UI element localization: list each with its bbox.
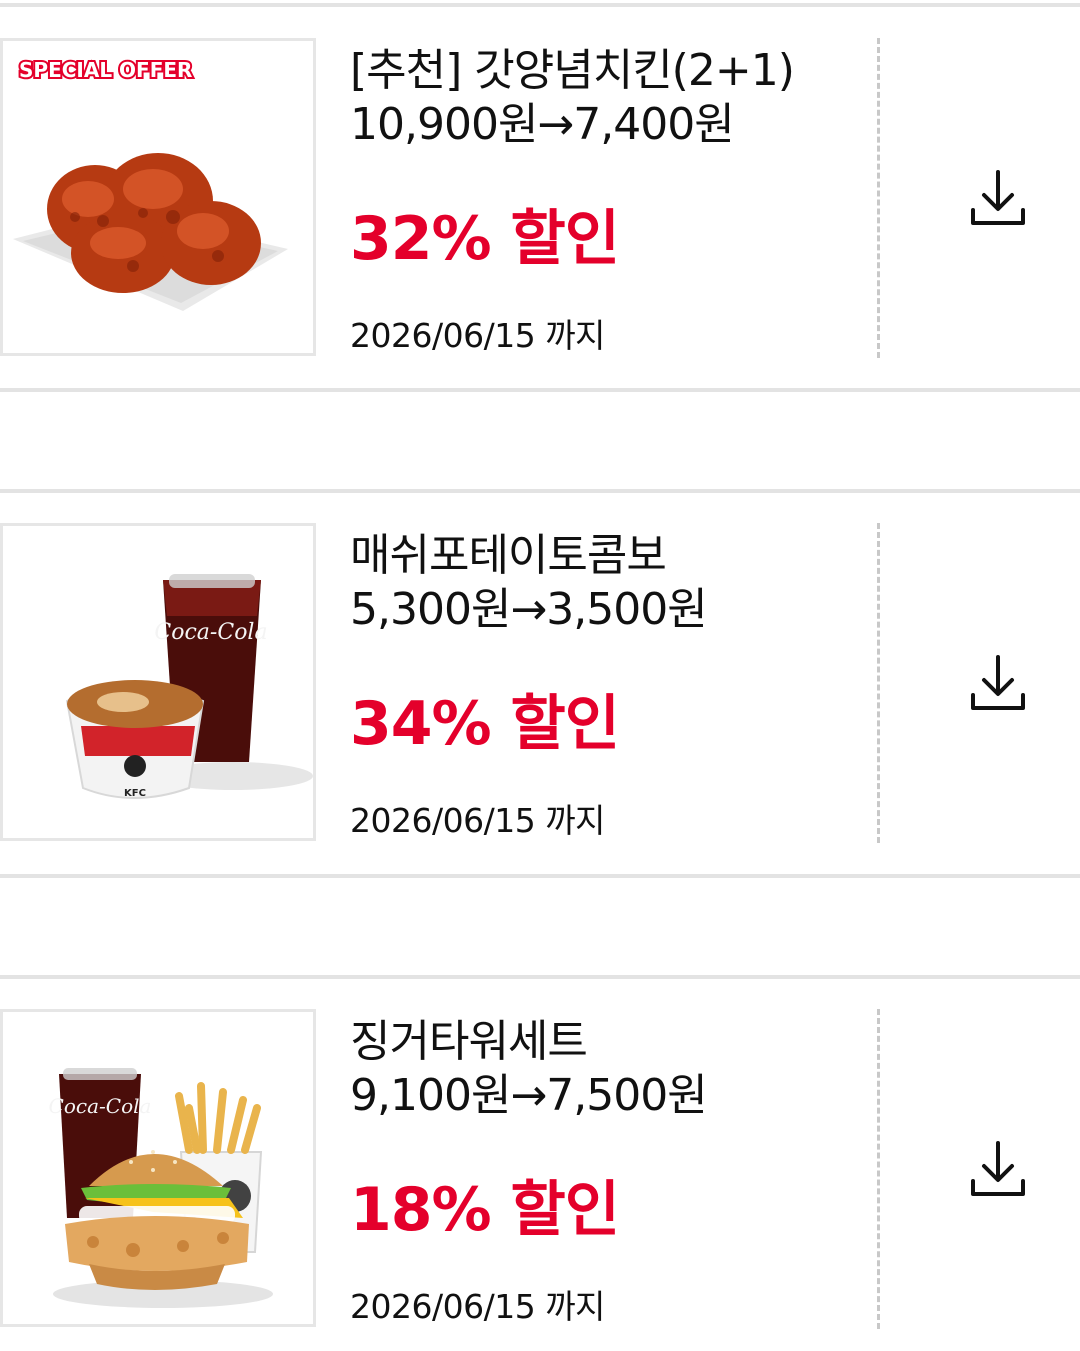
perforation-line — [877, 523, 880, 843]
coupon-title: 징거타워세트 — [350, 1016, 588, 1067]
coupon-discount: 32% 할인 — [350, 204, 620, 274]
perforation-line — [877, 1009, 880, 1329]
coupon-title: [추천] 갓양념치킨(2+1) — [350, 45, 795, 96]
coupon-discount: 18% 할인 — [350, 1175, 620, 1245]
download-coupon-button[interactable] — [966, 166, 1030, 230]
coupon-discount: 34% 할인 — [350, 689, 620, 759]
coupon-expiry: 2026/06/15 까지 — [350, 1287, 605, 1326]
coupon-divider — [0, 388, 1080, 392]
cup-logo-text: Coca-Cola — [154, 620, 267, 645]
mashed-potato-and-cola-image: Coca-Cola KFC — [65, 574, 313, 799]
download-icon — [971, 1141, 1025, 1196]
coupon-card: Coca-Cola KFC 매쉬포테이토콤보 5,300원→3,500원 34%… — [0, 523, 1080, 845]
coupon-price: 5,300원→3,500원 — [350, 584, 708, 635]
special-offer-badge: SPECIAL OFFER — [19, 58, 192, 82]
burger-fries-cola-set-image: Coca-Cola — [49, 1068, 273, 1308]
coupon-expiry: 2026/06/15 까지 — [350, 801, 605, 840]
download-icon — [971, 170, 1025, 225]
coupon-card: SPECIAL OFFER [추천] 갓양념치킨(2+1) 10,900원→7,… — [0, 38, 1080, 360]
spicy-fried-chicken-image: SPECIAL OFFER — [13, 56, 288, 311]
coupon-title: 매쉬포테이토콤보 — [350, 530, 667, 581]
coupon-image: Coca-Cola KFC — [0, 523, 316, 841]
bowl-logo-text: KFC — [124, 788, 146, 799]
coupon-divider — [0, 975, 1080, 979]
coupon-divider — [0, 489, 1080, 493]
coupon-price: 9,100원→7,500원 — [350, 1070, 708, 1121]
coupon-price: 10,900원→7,400원 — [350, 99, 735, 150]
coupon-card: Coca-Cola 징거타워세트 9,100원→7,500원 18% 할인 20… — [0, 1009, 1080, 1331]
cup-logo-text: Coca-Cola — [49, 1094, 152, 1118]
coupon-image: Coca-Cola — [0, 1009, 316, 1327]
coupon-divider — [0, 874, 1080, 878]
download-coupon-button[interactable] — [966, 1137, 1030, 1201]
download-coupon-button[interactable] — [966, 651, 1030, 715]
perforation-line — [877, 38, 880, 358]
coupon-image: SPECIAL OFFER — [0, 38, 316, 356]
coupon-expiry: 2026/06/15 까지 — [350, 316, 605, 355]
download-icon — [971, 655, 1025, 710]
top-divider — [0, 3, 1080, 7]
